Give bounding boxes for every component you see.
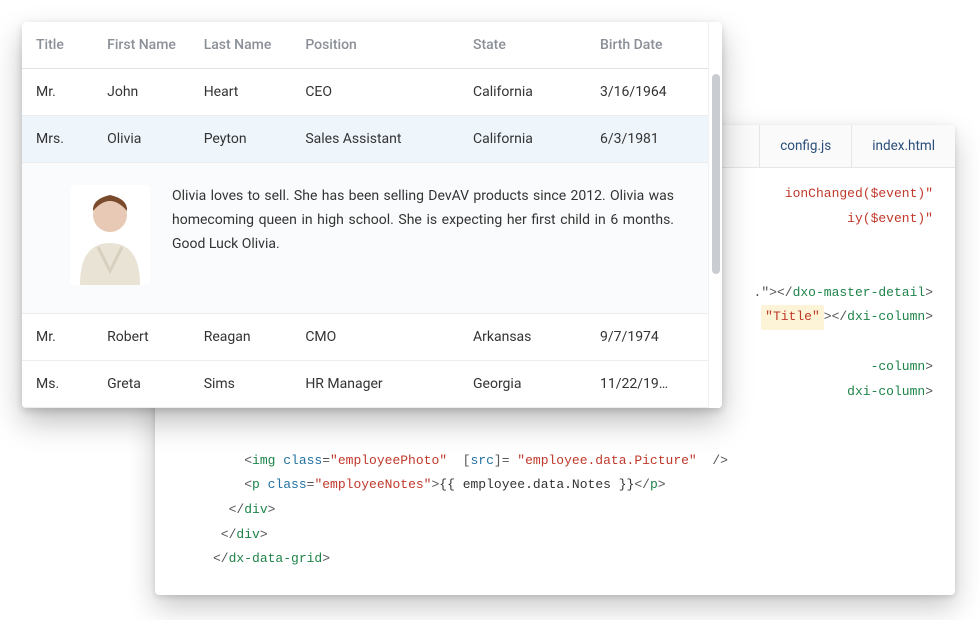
cell: Greta bbox=[93, 361, 190, 408]
cell: Arkansas bbox=[459, 314, 586, 361]
code-line: </div> bbox=[213, 498, 933, 523]
cell: Sales Assistant bbox=[291, 116, 459, 163]
cell: CEO bbox=[291, 69, 459, 116]
table-row[interactable]: Mr.RobertReaganCMOArkansas9/7/1974 bbox=[22, 314, 708, 361]
table-row[interactable]: Ms.GretaSimsHR ManagerGeorgia11/22/19… bbox=[22, 361, 708, 408]
cell: 6/3/1981 bbox=[586, 116, 708, 163]
code-line: </dx-data-grid> bbox=[213, 547, 933, 572]
code-line: </div> bbox=[213, 523, 933, 548]
code-line: <img class="employeePhoto" [src]= "emplo… bbox=[213, 449, 933, 474]
scrollbar-track[interactable] bbox=[708, 22, 722, 408]
cell: Mrs. bbox=[22, 116, 93, 163]
employee-notes: Olivia loves to sell. She has been selli… bbox=[172, 185, 674, 256]
cell: 11/22/19… bbox=[586, 361, 708, 408]
cell: Reagan bbox=[190, 314, 292, 361]
col-birth-date[interactable]: Birth Date bbox=[586, 22, 708, 69]
cell: HR Manager bbox=[291, 361, 459, 408]
cell: Sims bbox=[190, 361, 292, 408]
cell: California bbox=[459, 116, 586, 163]
col-first-name[interactable]: First Name bbox=[93, 22, 190, 69]
tab-config-js[interactable]: config.js bbox=[759, 125, 851, 167]
table-row[interactable]: Mrs.OliviaPeytonSales AssistantCaliforni… bbox=[22, 116, 708, 163]
col-title[interactable]: Title bbox=[22, 22, 93, 69]
cell: Olivia bbox=[93, 116, 190, 163]
employee-table: Title First Name Last Name Position Stat… bbox=[22, 22, 708, 408]
employee-photo bbox=[70, 185, 150, 285]
data-grid-card: Title First Name Last Name Position Stat… bbox=[22, 22, 722, 408]
cell: Mr. bbox=[22, 69, 93, 116]
table-header-row: Title First Name Last Name Position Stat… bbox=[22, 22, 708, 69]
col-last-name[interactable]: Last Name bbox=[190, 22, 292, 69]
cell: California bbox=[459, 69, 586, 116]
col-state[interactable]: State bbox=[459, 22, 586, 69]
scrollbar-thumb[interactable] bbox=[712, 74, 720, 274]
cell: Mr. bbox=[22, 314, 93, 361]
cell: John bbox=[93, 69, 190, 116]
cell: 3/16/1964 bbox=[586, 69, 708, 116]
cell: Peyton bbox=[190, 116, 292, 163]
cell: CMO bbox=[291, 314, 459, 361]
tab-index-html[interactable]: index.html bbox=[851, 125, 955, 167]
cell: Heart bbox=[190, 69, 292, 116]
cell: 9/7/1974 bbox=[586, 314, 708, 361]
cell: Georgia bbox=[459, 361, 586, 408]
cell: Ms. bbox=[22, 361, 93, 408]
col-position[interactable]: Position bbox=[291, 22, 459, 69]
cell: Robert bbox=[93, 314, 190, 361]
table-row[interactable]: Mr.JohnHeartCEOCalifornia3/16/1964 bbox=[22, 69, 708, 116]
code-line: <p class="employeeNotes">{{ employee.dat… bbox=[213, 473, 933, 498]
detail-row: Olivia loves to sell. She has been selli… bbox=[22, 163, 708, 314]
